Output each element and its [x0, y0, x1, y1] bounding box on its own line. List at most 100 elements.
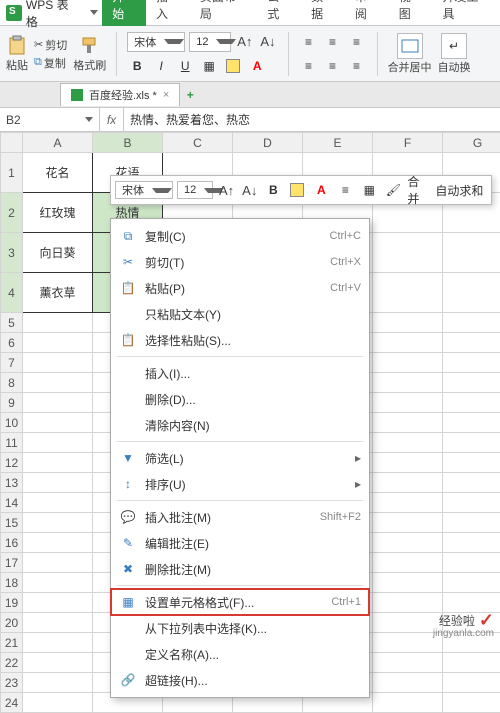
- row-header-4[interactable]: 4: [1, 273, 23, 313]
- cell-A19[interactable]: [23, 593, 93, 613]
- autosum-button[interactable]: 自动求和: [431, 180, 487, 200]
- menu-item[interactable]: ↕排序(U)▸: [111, 471, 369, 497]
- menu-item[interactable]: ⧉复制(C)Ctrl+C: [111, 223, 369, 249]
- cell-A21[interactable]: [23, 633, 93, 653]
- cell-A16[interactable]: [23, 533, 93, 553]
- cell-A20[interactable]: [23, 613, 93, 633]
- font-color-button[interactable]: A: [247, 56, 267, 76]
- copy-button[interactable]: ⧉复制: [34, 55, 67, 71]
- col-header-E[interactable]: E: [303, 133, 373, 153]
- row-header-11[interactable]: 11: [1, 433, 23, 453]
- cell-A5[interactable]: [23, 313, 93, 333]
- cell-A18[interactable]: [23, 573, 93, 593]
- cell-F7[interactable]: [373, 353, 443, 373]
- cell-A15[interactable]: [23, 513, 93, 533]
- align-top-icon[interactable]: ≡: [299, 32, 319, 52]
- cell-F12[interactable]: [373, 453, 443, 473]
- row-header-9[interactable]: 9: [1, 393, 23, 413]
- cell-F11[interactable]: [373, 433, 443, 453]
- cell-F14[interactable]: [373, 493, 443, 513]
- cell-A11[interactable]: [23, 433, 93, 453]
- underline-button[interactable]: U: [175, 56, 195, 76]
- cell-G7[interactable]: [443, 353, 500, 373]
- menu-item[interactable]: ▼筛选(L)▸: [111, 445, 369, 471]
- menu-item[interactable]: 只粘贴文本(Y): [111, 301, 369, 327]
- font-size-select[interactable]: 12: [189, 32, 231, 52]
- cell-F13[interactable]: [373, 473, 443, 493]
- cell-F24[interactable]: [373, 693, 443, 713]
- col-header-B[interactable]: B: [93, 133, 163, 153]
- cut-button[interactable]: ✂剪切: [34, 37, 67, 53]
- cell-F5[interactable]: [373, 313, 443, 333]
- row-header-7[interactable]: 7: [1, 353, 23, 373]
- cell-G5[interactable]: [443, 313, 500, 333]
- menu-item[interactable]: 清除内容(N): [111, 412, 369, 438]
- decrease-font-icon[interactable]: A↓: [242, 183, 257, 198]
- cell-G23[interactable]: [443, 673, 500, 693]
- cell-A9[interactable]: [23, 393, 93, 413]
- cell-A13[interactable]: [23, 473, 93, 493]
- cell-F10[interactable]: [373, 413, 443, 433]
- menu-item[interactable]: ✂剪切(T)Ctrl+X: [111, 249, 369, 275]
- decrease-font-icon[interactable]: A↓: [260, 34, 275, 49]
- format-painter-icon[interactable]: 🖌: [383, 180, 403, 200]
- row-header-17[interactable]: 17: [1, 553, 23, 573]
- cell-A7[interactable]: [23, 353, 93, 373]
- row-header-15[interactable]: 15: [1, 513, 23, 533]
- new-tab-button[interactable]: +: [180, 88, 200, 102]
- align-right-icon[interactable]: ≡: [347, 56, 367, 76]
- ribbon-tab-公式[interactable]: 公式: [257, 0, 301, 26]
- align-left-icon[interactable]: ≡: [299, 56, 319, 76]
- align-button[interactable]: ≡: [335, 180, 355, 200]
- row-header-6[interactable]: 6: [1, 333, 23, 353]
- cell-G14[interactable]: [443, 493, 500, 513]
- mini-font-select[interactable]: 宋体: [115, 181, 173, 199]
- ribbon-tab-页面布局[interactable]: 页面布局: [190, 0, 258, 26]
- menu-item[interactable]: ✎编辑批注(E): [111, 530, 369, 556]
- row-header-5[interactable]: 5: [1, 313, 23, 333]
- row-header-10[interactable]: 10: [1, 413, 23, 433]
- fill-color-button[interactable]: [287, 180, 307, 200]
- cell-A2[interactable]: 红玫瑰: [23, 193, 93, 233]
- row-header-1[interactable]: 1: [1, 153, 23, 193]
- font-color-button[interactable]: A: [311, 180, 331, 200]
- ribbon-tab-审阅[interactable]: 审阅: [345, 0, 389, 26]
- cell-G22[interactable]: [443, 653, 500, 673]
- cell-A23[interactable]: [23, 673, 93, 693]
- col-header-C[interactable]: C: [163, 133, 233, 153]
- menu-item[interactable]: ✖删除批注(M): [111, 556, 369, 582]
- italic-button[interactable]: I: [151, 56, 171, 76]
- cell-G6[interactable]: [443, 333, 500, 353]
- bold-button[interactable]: B: [127, 56, 147, 76]
- align-bottom-icon[interactable]: ≡: [347, 32, 367, 52]
- cell-G17[interactable]: [443, 553, 500, 573]
- row-header-21[interactable]: 21: [1, 633, 23, 653]
- cell-G10[interactable]: [443, 413, 500, 433]
- border-button[interactable]: ▦: [359, 180, 379, 200]
- border-button[interactable]: ▦: [199, 56, 219, 76]
- cell-A4[interactable]: 薰衣草: [23, 273, 93, 313]
- autowrap-button[interactable]: ↵ 自动换: [438, 33, 471, 75]
- align-middle-icon[interactable]: ≡: [323, 32, 343, 52]
- increase-font-icon[interactable]: A↑: [237, 34, 252, 49]
- col-header-G[interactable]: G: [443, 133, 500, 153]
- cell-A14[interactable]: [23, 493, 93, 513]
- cell-A12[interactable]: [23, 453, 93, 473]
- cell-G15[interactable]: [443, 513, 500, 533]
- cell-F17[interactable]: [373, 553, 443, 573]
- cell-A6[interactable]: [23, 333, 93, 353]
- cell-F4[interactable]: [373, 273, 443, 313]
- format-painter-button[interactable]: 格式刷: [73, 35, 106, 73]
- ribbon-tab-插入[interactable]: 插入: [146, 0, 190, 26]
- fx-icon[interactable]: fx: [100, 108, 124, 131]
- menu-item[interactable]: 定义名称(A)...: [111, 641, 369, 667]
- cell-G16[interactable]: [443, 533, 500, 553]
- cell-G9[interactable]: [443, 393, 500, 413]
- col-header-F[interactable]: F: [373, 133, 443, 153]
- merge-center-button[interactable]: 合并居中: [388, 33, 432, 75]
- row-header-18[interactable]: 18: [1, 573, 23, 593]
- cell-G11[interactable]: [443, 433, 500, 453]
- row-header-19[interactable]: 19: [1, 593, 23, 613]
- cell-F8[interactable]: [373, 373, 443, 393]
- col-header-D[interactable]: D: [233, 133, 303, 153]
